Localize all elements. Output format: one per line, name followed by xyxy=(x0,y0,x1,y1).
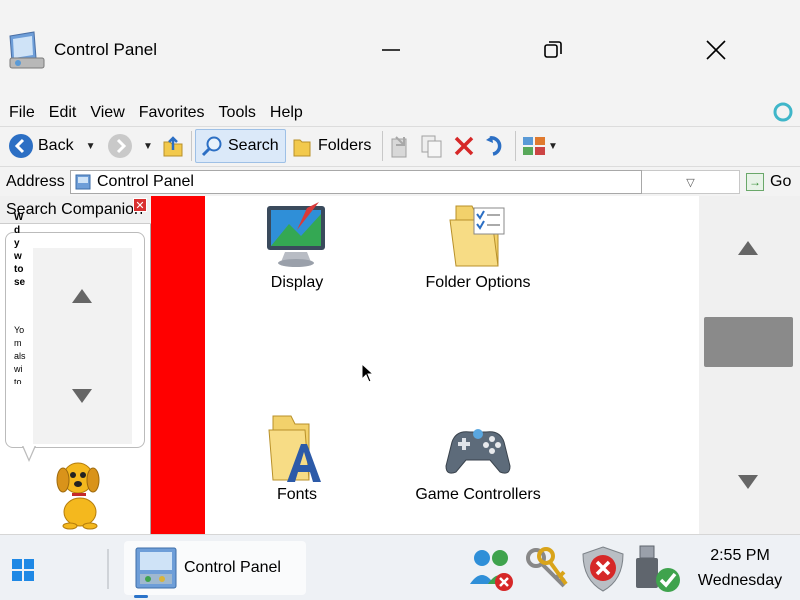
menu-bar: File Edit View Favorites Tools Help xyxy=(0,100,800,126)
control-panel-small-icon xyxy=(75,174,91,190)
go-button[interactable]: → Go xyxy=(746,171,791,193)
bubble-scrollbar[interactable] xyxy=(33,248,132,444)
copy-to-button[interactable] xyxy=(419,129,445,163)
undo-icon xyxy=(486,136,502,156)
clock-time: 2:55 PM xyxy=(710,547,770,564)
folder-options-icon xyxy=(449,205,505,267)
control-panel-task-icon xyxy=(135,547,177,589)
scroll-down-icon[interactable] xyxy=(737,474,759,490)
item-label: Game Controllers xyxy=(415,486,541,503)
menu-help[interactable]: Help xyxy=(263,100,310,126)
menu-view[interactable]: View xyxy=(83,100,131,126)
title-bar: Control Panel xyxy=(0,0,800,100)
address-dropdown-icon[interactable]: ▽ xyxy=(642,170,740,194)
undo-button[interactable] xyxy=(484,129,508,163)
menu-favorites[interactable]: Favorites xyxy=(132,100,212,126)
address-value: Control Panel xyxy=(97,173,194,190)
security-alert-icon[interactable] xyxy=(578,544,628,594)
forward-arrow-icon xyxy=(108,134,132,158)
address-bar: Address Control Panel ▽ → Go xyxy=(0,166,800,196)
system-clock[interactable]: 2:55 PM Wednesday xyxy=(686,543,794,593)
loading-ring-icon xyxy=(773,102,793,122)
delete-button[interactable] xyxy=(452,129,476,163)
scroll-up-icon[interactable] xyxy=(737,240,759,256)
red-side-panel xyxy=(151,196,205,534)
views-icon xyxy=(523,137,545,155)
clock-day: Wednesday xyxy=(697,572,783,589)
mouse-cursor-icon xyxy=(361,363,375,383)
usb-safe-remove-icon[interactable] xyxy=(632,544,682,594)
search-icon xyxy=(201,136,222,157)
item-fonts[interactable]: Fonts xyxy=(257,412,337,504)
go-label: Go xyxy=(770,173,792,190)
back-button[interactable]: Back ▼ xyxy=(8,129,95,163)
go-arrow-icon: → xyxy=(746,173,764,191)
up-folder-button[interactable] xyxy=(162,129,184,163)
address-label: Address xyxy=(6,173,65,190)
close-button[interactable] xyxy=(686,28,746,72)
network-error-icon[interactable] xyxy=(466,544,516,594)
item-label: Display xyxy=(270,274,324,291)
item-game-controllers[interactable]: Game Controllers xyxy=(413,412,543,504)
back-arrow-icon xyxy=(9,134,33,158)
task-label: Control Panel xyxy=(184,559,281,576)
search-dog-icon[interactable] xyxy=(48,456,112,530)
back-label: Back xyxy=(38,137,74,154)
bubble-scroll-up-icon[interactable] xyxy=(71,288,93,304)
views-button[interactable]: ▼ xyxy=(522,129,558,163)
restore-icon xyxy=(544,41,562,58)
search-label: Search xyxy=(228,137,279,154)
control-panel-items: Display Folder Options Fonts Game Contro… xyxy=(205,196,699,534)
toolbar: Back ▼ ▼ Search Folders ▼ xyxy=(0,126,800,166)
fonts-icon xyxy=(268,415,321,482)
minimize-button[interactable] xyxy=(361,28,421,72)
views-dropdown-icon[interactable]: ▼ xyxy=(548,141,558,152)
search-button[interactable]: Search xyxy=(195,129,286,163)
window-title: Control Panel xyxy=(54,40,158,59)
back-dropdown-icon[interactable]: ▼ xyxy=(86,141,96,152)
item-label: Fonts xyxy=(276,486,317,503)
up-folder-icon xyxy=(163,136,183,157)
active-task-indicator xyxy=(134,595,148,598)
control-panel-icon xyxy=(9,31,45,69)
start-windows-icon[interactable] xyxy=(12,559,34,581)
bubble-scroll-down-icon[interactable] xyxy=(71,388,93,404)
delete-icon xyxy=(454,136,474,156)
vertical-scrollbar[interactable] xyxy=(699,196,800,534)
companion-close-icon[interactable]: ✕ xyxy=(133,198,147,212)
menu-tools[interactable]: Tools xyxy=(212,100,263,126)
item-label: Folder Options xyxy=(425,274,531,291)
move-to-icon xyxy=(391,136,407,158)
forward-button[interactable]: ▼ xyxy=(107,129,153,163)
restore-button[interactable] xyxy=(523,28,583,72)
item-folder-options[interactable]: Folder Options xyxy=(413,200,543,292)
copy-to-icon xyxy=(421,135,442,158)
address-input[interactable]: Control Panel xyxy=(70,170,642,194)
bubble-heading-text: W d y w to se xyxy=(14,212,26,288)
display-icon xyxy=(267,202,325,267)
forward-dropdown-icon[interactable]: ▼ xyxy=(143,141,153,152)
folders-icon xyxy=(293,139,311,157)
move-to-button[interactable] xyxy=(388,129,412,163)
taskbar-control-panel[interactable]: Control Panel xyxy=(124,541,306,595)
taskbar: Control Panel 2:55 PM Wednesday xyxy=(0,534,800,600)
menu-edit[interactable]: Edit xyxy=(42,100,84,126)
item-display[interactable]: Display xyxy=(257,200,337,292)
keys-icon[interactable] xyxy=(522,544,572,594)
scroll-thumb[interactable] xyxy=(704,317,793,367)
bubble-body-text: Yo m als wi to xyxy=(14,325,26,384)
menu-file[interactable]: File xyxy=(2,100,42,126)
folders-button[interactable]: Folders xyxy=(292,129,371,163)
folders-label: Folders xyxy=(318,137,372,154)
close-icon xyxy=(706,40,726,60)
minimize-icon xyxy=(382,49,400,51)
game-controller-icon xyxy=(445,429,511,474)
